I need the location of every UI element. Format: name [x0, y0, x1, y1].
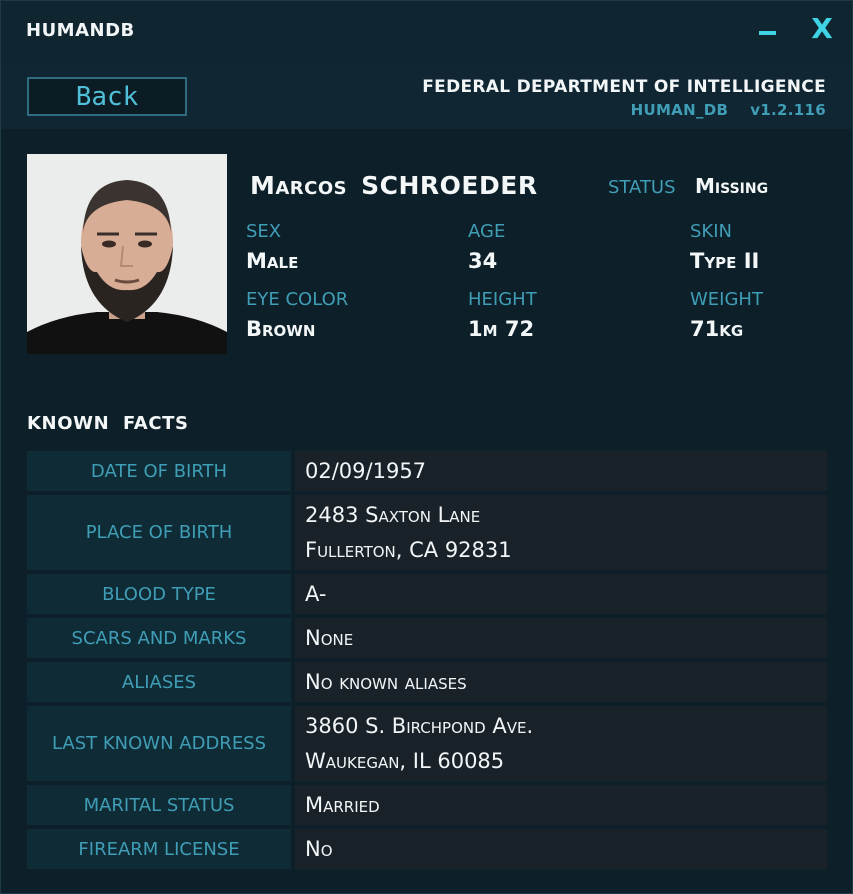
fact-line: 02/09/1957	[305, 458, 427, 483]
status-value: Missing	[695, 174, 769, 198]
close-button[interactable]: X	[807, 13, 837, 45]
fact-value: No known aliases	[295, 662, 827, 702]
table-row: BLOOD TYPE A-	[27, 574, 827, 614]
fact-line: A-	[305, 581, 327, 606]
fact-line: 3860 S. Birchpond Ave.	[305, 713, 534, 738]
attr-label: SKIN	[690, 221, 733, 242]
fact-line: 2483 Saxton Lane	[305, 502, 481, 527]
attr-height: HEIGHT 1m 72	[468, 289, 537, 341]
attr-label: AGE	[468, 221, 506, 242]
attr-eye-color: EYE COLOR Brown	[246, 289, 348, 341]
fact-line: No	[305, 836, 333, 861]
attr-value: Male	[246, 249, 299, 273]
fact-key: FIREARM LICENSE	[27, 829, 291, 869]
fact-value: 3860 S. Birchpond Ave. Waukegan, IL 6008…	[295, 706, 827, 781]
fact-key: DATE OF BIRTH	[27, 451, 291, 491]
table-row: LAST KNOWN ADDRESS 3860 S. Birchpond Ave…	[27, 706, 827, 781]
fact-key: ALIASES	[27, 662, 291, 702]
subject-name: Marcos SCHROEDER	[250, 171, 538, 200]
last-name: SCHROEDER	[361, 171, 538, 200]
attr-age: AGE 34	[468, 221, 505, 273]
fact-value: A-	[295, 574, 827, 614]
fact-line: No known aliases	[305, 669, 467, 694]
subject-portrait-image	[27, 154, 227, 354]
attr-label: EYE COLOR	[246, 289, 349, 310]
app-title: HUMANDB	[26, 20, 135, 41]
fact-key: SCARS AND MARKS	[27, 618, 291, 658]
table-row: SCARS AND MARKS None	[27, 618, 827, 658]
db-version: v1.2.116	[750, 101, 826, 119]
attr-label: HEIGHT	[468, 289, 537, 310]
app-window: HUMANDB X Back FEDERAL DEPARTMENT OF INT…	[0, 0, 853, 894]
table-row: PLACE OF BIRTH 2483 Saxton Lane Fullerto…	[27, 495, 827, 570]
fact-line: Fullerton, CA 92831	[305, 537, 512, 562]
db-name: HUMAN_DB	[630, 101, 729, 119]
fact-key: LAST KNOWN ADDRESS	[27, 706, 291, 781]
known-facts-table: DATE OF BIRTH 02/09/1957 PLACE OF BIRTH …	[27, 451, 827, 873]
table-row: ALIASES No known aliases	[27, 662, 827, 702]
attr-sex: SEX Male	[246, 221, 298, 273]
status-label: STATUS	[608, 177, 676, 198]
title-bar: HUMANDB X	[1, 1, 852, 63]
fact-value: None	[295, 618, 827, 658]
subject-photo	[27, 154, 227, 354]
table-row: DATE OF BIRTH 02/09/1957	[27, 451, 827, 491]
back-button[interactable]: Back	[27, 77, 187, 116]
fact-key: PLACE OF BIRTH	[27, 495, 291, 570]
table-row: MARITAL STATUS Married	[27, 785, 827, 825]
attr-label: WEIGHT	[690, 289, 763, 310]
attr-weight: WEIGHT 71kg	[690, 289, 763, 341]
fact-line: Married	[305, 792, 380, 817]
fact-key: BLOOD TYPE	[27, 574, 291, 614]
attr-value: 71kg	[690, 317, 744, 341]
minimize-button[interactable]	[753, 13, 783, 45]
fact-key: MARITAL STATUS	[27, 785, 291, 825]
fact-value: 2483 Saxton Lane Fullerton, CA 92831	[295, 495, 827, 570]
fact-value: Married	[295, 785, 827, 825]
close-icon: X	[811, 12, 833, 45]
attr-value: Type II	[690, 249, 760, 273]
fact-value: 02/09/1957	[295, 451, 827, 491]
attr-value: 34	[468, 249, 498, 273]
attr-value: 1m 72	[468, 317, 535, 341]
fact-line: None	[305, 625, 354, 650]
attr-value: Brown	[246, 317, 316, 341]
minimize-icon	[759, 31, 776, 35]
attr-label: SEX	[246, 221, 282, 242]
agency-name: FEDERAL DEPARTMENT OF INTELLIGENCE	[422, 77, 826, 97]
attr-skin: SKIN Type II	[690, 221, 759, 273]
db-version-line: HUMAN_DB v1.2.116	[631, 101, 826, 119]
first-name: Marcos	[250, 171, 348, 200]
table-row: FIREARM LICENSE No	[27, 829, 827, 869]
fact-value: No	[295, 829, 827, 869]
fact-line: Waukegan, IL 60085	[305, 748, 505, 773]
known-facts-title: KNOWN FACTS	[27, 413, 189, 434]
